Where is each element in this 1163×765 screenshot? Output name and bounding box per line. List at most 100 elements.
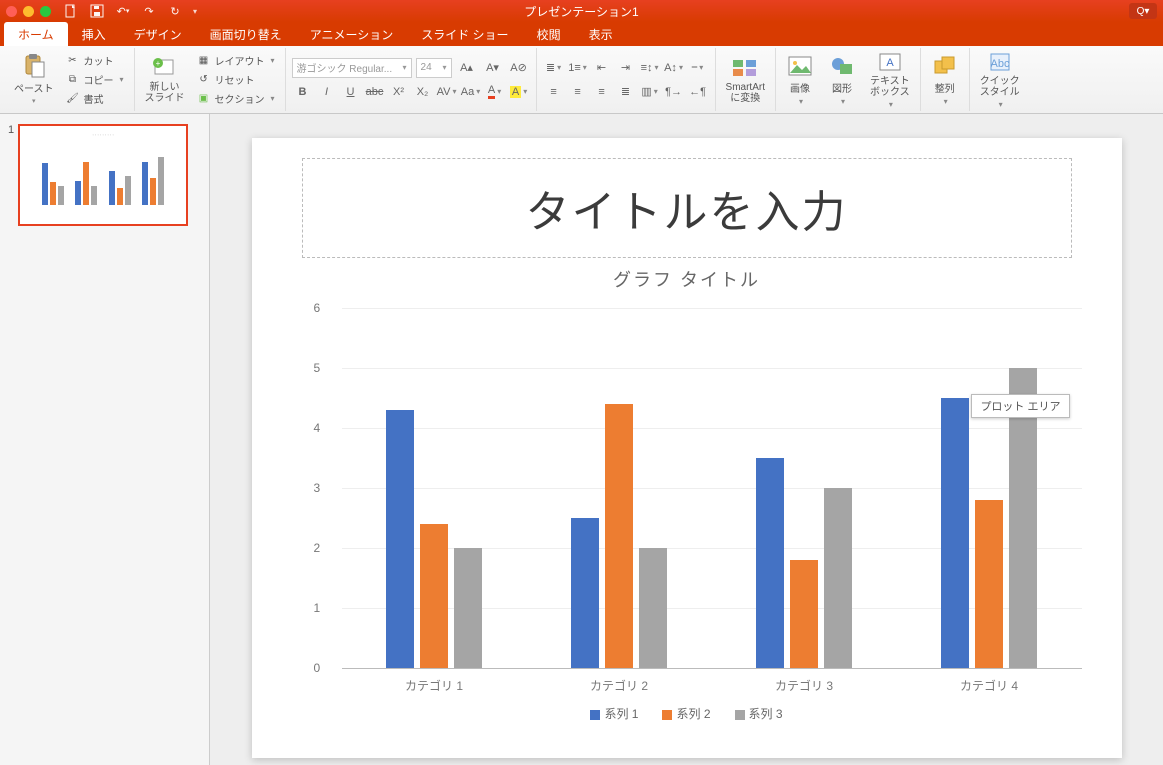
paste-label: ペースト (14, 80, 54, 95)
titlebar: ↶▾ ↷ ↻ ▾ プレゼンテーション1 Q▾ (0, 0, 1163, 22)
legend-entry[interactable]: 系列 2 (662, 705, 710, 722)
group-quickstyles: Abcクイック スタイル (970, 48, 1030, 111)
numbering-button[interactable]: 1≡ (567, 58, 589, 78)
rtl-button[interactable]: ←¶ (687, 82, 709, 102)
category-group (527, 308, 712, 668)
decrease-indent-button[interactable]: ⇤ (591, 58, 613, 78)
tab-animations[interactable]: アニメーション (296, 22, 408, 46)
align-text-button[interactable]: ⎯ (687, 58, 709, 78)
align-center-button[interactable]: ≡ (567, 82, 589, 102)
legend-entry[interactable]: 系列 3 (735, 705, 783, 722)
shapes-button[interactable]: 図形 (824, 52, 860, 108)
slide-thumbnail-1[interactable]: ･････････ (18, 124, 188, 226)
bar[interactable] (605, 404, 633, 668)
slide-thumbnail-pane[interactable]: 1 ･････････ (0, 114, 210, 765)
tab-design[interactable]: デザイン (120, 22, 196, 46)
subscript-button[interactable]: X₂ (412, 82, 434, 102)
convert-smartart-button[interactable]: SmartArt に変換 (722, 54, 769, 106)
slide[interactable]: タイトルを入力 グラフ タイトル 0123456 カテゴリ 1カテゴリ 2カテゴ… (252, 138, 1122, 758)
copy-button[interactable]: ⧉コピー (62, 71, 128, 88)
highlight-button[interactable]: A (508, 82, 530, 102)
bar[interactable] (824, 488, 852, 668)
align-right-button[interactable]: ≡ (591, 82, 613, 102)
redo-icon[interactable]: ↷ (141, 3, 157, 19)
reset-button[interactable]: ↺リセット (193, 71, 279, 88)
close-window-button[interactable] (6, 6, 17, 17)
repeat-icon[interactable]: ↻ (167, 3, 183, 19)
font-color-button[interactable]: A (484, 82, 506, 102)
textbox-button[interactable]: Aテキスト ボックス (866, 48, 914, 111)
picture-button[interactable]: 画像 (782, 52, 818, 108)
cut-button[interactable]: ✂カット (62, 52, 128, 69)
increase-indent-button[interactable]: ⇥ (615, 58, 637, 78)
chart-object[interactable]: 0123456 カテゴリ 1カテゴリ 2カテゴリ 3カテゴリ 4 系列 1系列 … (282, 298, 1092, 728)
file-icon[interactable] (63, 3, 79, 19)
columns-button[interactable]: ▥ (639, 82, 661, 102)
plot-area[interactable]: 0123456 (342, 308, 1082, 668)
minimize-window-button[interactable] (23, 6, 34, 17)
bold-button[interactable]: B (292, 82, 314, 102)
bar[interactable] (790, 560, 818, 668)
chart-title[interactable]: グラフ タイトル (282, 266, 1092, 292)
tab-slideshow[interactable]: スライド ショー (407, 22, 522, 46)
text-direction-button[interactable]: A↕ (663, 58, 685, 78)
smartart-icon (731, 56, 759, 80)
bar[interactable] (386, 410, 414, 668)
char-spacing-button[interactable]: AV (436, 82, 458, 102)
slide-canvas-area[interactable]: タイトルを入力 グラフ タイトル 0123456 カテゴリ 1カテゴリ 2カテゴ… (210, 114, 1163, 765)
align-left-button[interactable]: ≡ (543, 82, 565, 102)
y-tick: 1 (314, 601, 321, 615)
y-tick: 4 (314, 421, 321, 435)
arrange-button[interactable]: 整列 (927, 52, 963, 108)
save-icon[interactable] (89, 3, 105, 19)
font-size-combo[interactable]: 24▾ (416, 58, 452, 78)
paste-button[interactable]: ペースト ▾ (10, 52, 58, 107)
underline-button[interactable]: U (340, 82, 362, 102)
chart-legend[interactable]: 系列 1 系列 2 系列 3 (282, 705, 1092, 722)
bar[interactable] (756, 458, 784, 668)
line-spacing-button[interactable]: ≡↕ (639, 58, 661, 78)
bar[interactable] (571, 518, 599, 668)
window-controls (6, 6, 51, 17)
font-name-combo[interactable]: 游ゴシック Regular...▾ (292, 58, 412, 78)
change-case-button[interactable]: Aa (460, 82, 482, 102)
superscript-button[interactable]: X² (388, 82, 410, 102)
ltr-button[interactable]: ¶→ (663, 82, 685, 102)
bullets-button[interactable]: ≣ (543, 58, 565, 78)
tab-home[interactable]: ホーム (4, 22, 68, 46)
tab-review[interactable]: 校閲 (523, 22, 575, 46)
undo-icon[interactable]: ↶▾ (115, 3, 131, 19)
format-painter-button[interactable]: 🖌書式 (62, 90, 128, 107)
zoom-window-button[interactable] (40, 6, 51, 17)
copy-icon: ⧉ (66, 73, 80, 87)
strike-button[interactable]: abc (364, 82, 386, 102)
tab-insert[interactable]: 挿入 (68, 22, 120, 46)
picture-icon (786, 54, 814, 78)
search-button[interactable]: Q▾ (1129, 3, 1157, 19)
group-arrange: 整列 (921, 48, 970, 111)
bar[interactable] (975, 500, 1003, 668)
qat-customize-dropdown[interactable]: ▾ (193, 7, 197, 16)
bar[interactable] (941, 398, 969, 668)
clear-formatting-button[interactable]: A⊘ (508, 58, 530, 78)
thumbnail-number: 1 (8, 124, 14, 226)
justify-button[interactable]: ≣ (615, 82, 637, 102)
tab-view[interactable]: 表示 (575, 22, 627, 46)
title-placeholder[interactable]: タイトルを入力 (302, 158, 1072, 258)
new-slide-button[interactable]: + 新しい スライド (141, 54, 189, 106)
tab-transitions[interactable]: 画面切り替え (196, 22, 296, 46)
bar[interactable] (454, 548, 482, 668)
grow-font-button[interactable]: A▴ (456, 58, 478, 78)
section-button[interactable]: ▣セクション (193, 90, 279, 107)
paste-icon (20, 54, 48, 78)
italic-button[interactable]: I (316, 82, 338, 102)
quickstyles-button[interactable]: Abcクイック スタイル (976, 48, 1024, 111)
x-tick-label: カテゴリ 2 (527, 677, 712, 694)
x-axis: カテゴリ 1カテゴリ 2カテゴリ 3カテゴリ 4 (342, 677, 1082, 694)
category-group (897, 308, 1082, 668)
bar[interactable] (420, 524, 448, 668)
bar[interactable] (639, 548, 667, 668)
layout-button[interactable]: ▦レイアウト (193, 52, 279, 69)
legend-entry[interactable]: 系列 1 (590, 705, 638, 722)
shrink-font-button[interactable]: A▾ (482, 58, 504, 78)
